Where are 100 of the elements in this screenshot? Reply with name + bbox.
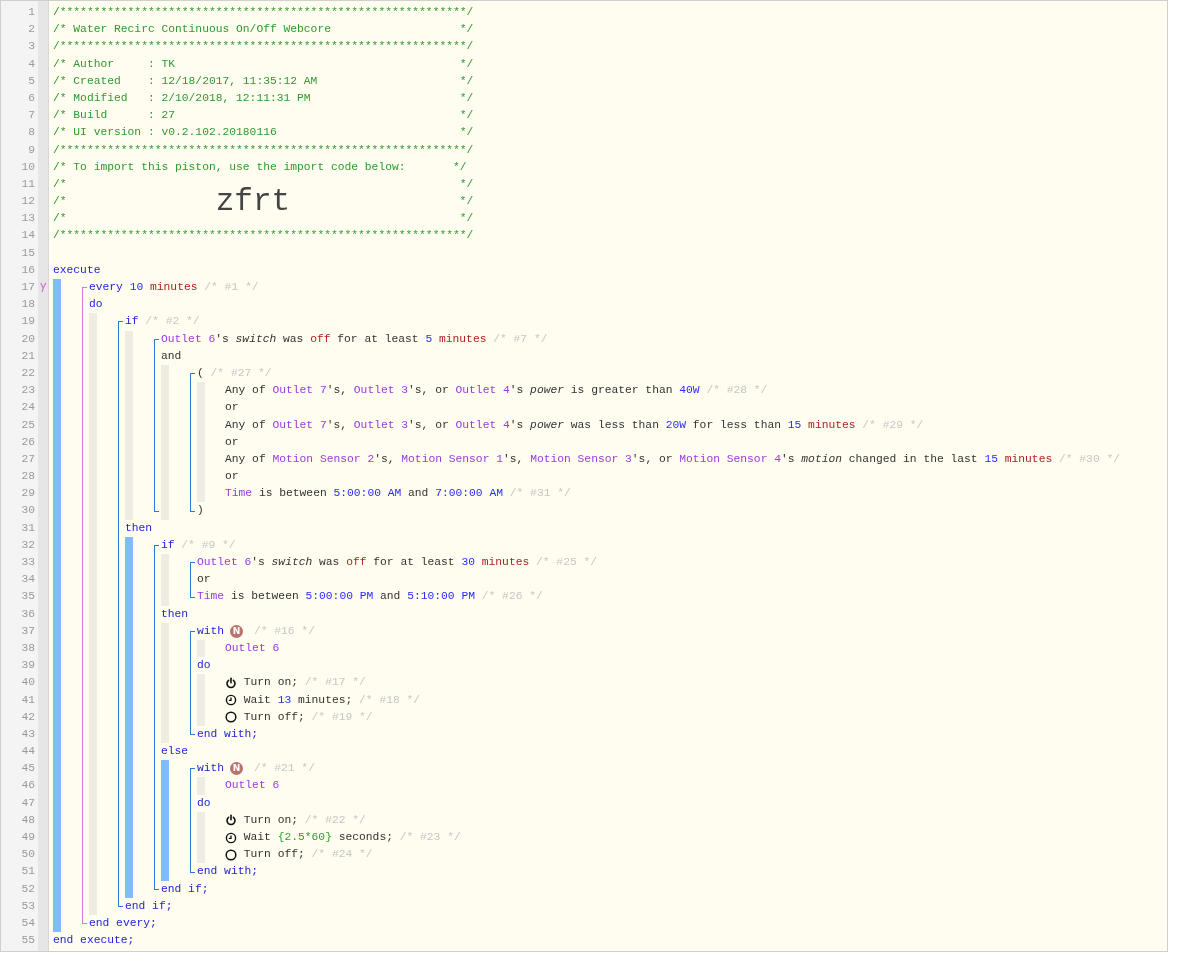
- code-line: Time is between 5:00:00 PM and 5:10:00 PM /* #26 */: [197, 589, 543, 605]
- code-line: /* Author : TK */: [53, 56, 474, 72]
- line-number: 51: [20, 864, 36, 880]
- line-number: 43: [20, 726, 36, 742]
- code-line: ): [197, 503, 204, 519]
- code-line: or: [225, 400, 239, 416]
- line-number: 52: [20, 881, 36, 897]
- line-number: 49: [20, 830, 36, 845]
- line-number: 19: [20, 314, 36, 330]
- code-line: Turn on; /* #22 */: [242, 812, 366, 828]
- code-line: with: [197, 761, 225, 777]
- code-line: with: [197, 623, 225, 639]
- line-number: 39: [20, 658, 36, 674]
- line-number: 47: [20, 795, 36, 811]
- line-number: 11: [20, 176, 36, 192]
- n-badge: N: [230, 624, 244, 638]
- code-line: or: [225, 434, 239, 450]
- code-line: /*: [53, 194, 68, 210]
- line-number: 1: [27, 5, 36, 20]
- line-number: 13: [20, 211, 36, 227]
- code-line: /* Created : 12/18/2017, 11:35:12 AM */: [53, 73, 474, 89]
- code-line: Turn off; /* #19 */: [242, 709, 373, 725]
- line-number: 44: [20, 744, 36, 760]
- clock-icon: [225, 831, 237, 844]
- line-number: 17: [20, 280, 36, 295]
- line-number: 22: [20, 365, 36, 381]
- line-number: 33: [20, 555, 36, 570]
- line-number: 31: [20, 520, 36, 536]
- line-number: 37: [20, 623, 36, 639]
- code-line: Outlet 6's switch was off for at least 5 minutes /* #7 */: [161, 331, 548, 347]
- line-number: 27: [20, 451, 36, 467]
- code-line: end if;: [125, 898, 173, 914]
- line-number: 21: [20, 348, 36, 364]
- code-line: /************************************************************/: [53, 228, 474, 244]
- code-line: /* #21 */: [252, 761, 315, 777]
- line-number: 24: [20, 400, 36, 416]
- line-number: 3: [27, 39, 36, 55]
- code-line: then: [125, 520, 153, 536]
- code-line: ( /* #27 */: [197, 365, 272, 381]
- circle-icon: [225, 848, 237, 861]
- code-line: execute: [53, 262, 101, 278]
- line-number: 48: [20, 812, 36, 828]
- line-number: 50: [20, 847, 36, 863]
- line-number: 29: [20, 486, 36, 502]
- code-line: Turn off; /* #24 */: [242, 847, 373, 863]
- code-line: Outlet 6: [225, 640, 280, 656]
- line-number: 28: [20, 469, 36, 485]
- line-number: 2: [27, 22, 36, 38]
- code-line: end execute;: [53, 933, 135, 949]
- code-line: /* To import this piston, use the import code below: */: [53, 159, 467, 175]
- line-number: 35: [20, 589, 36, 605]
- code-line: /* Modified : 2/10/2018, 12:11:31 PM */: [53, 90, 474, 106]
- code-line: end with;: [197, 726, 258, 742]
- code-line: /* Water Recirc Continuous On/Off Webcore */: [53, 22, 474, 38]
- code-line: Wait {2.5*60} seconds; /* #23 */: [242, 830, 461, 845]
- bracket-line: [190, 562, 195, 598]
- line-number: 42: [20, 709, 36, 725]
- line-number: 26: [20, 434, 36, 450]
- line-number: 53: [20, 898, 36, 914]
- code-line: end with;: [197, 864, 258, 880]
- power-icon: [225, 676, 237, 689]
- code-line: Any of Motion Sensor 2's, Motion Sensor 1's, Motion Sensor 3's, or Motion Sensor 4's motion changed in the last 15 minutes /* #30 */: [225, 451, 1120, 467]
- line-number: 16: [20, 262, 36, 278]
- circle-icon: [225, 711, 237, 724]
- line-number: 45: [20, 761, 36, 777]
- line-number: 36: [20, 606, 36, 622]
- code-line: Time is between 5:00:00 AM and 7:00:00 AM /* #31 */: [225, 486, 571, 502]
- code-line: do: [197, 658, 211, 674]
- n-badge: N: [230, 762, 244, 776]
- line-number: 14: [20, 228, 36, 244]
- code-line: else: [161, 744, 189, 760]
- line-number: 38: [20, 640, 36, 656]
- code-line: do: [197, 795, 211, 811]
- line-number: 34: [20, 572, 36, 588]
- code-line: or: [197, 572, 211, 588]
- code-line: /************************************************************/: [53, 142, 474, 158]
- line-number: 15: [20, 245, 36, 261]
- power-icon: [225, 814, 237, 827]
- line-number: 32: [20, 537, 36, 553]
- code-line: Outlet 6: [225, 778, 280, 794]
- code-line: do: [89, 297, 103, 313]
- line-number: 41: [20, 692, 36, 708]
- code-line: end if;: [161, 881, 209, 897]
- code-line: end every;: [89, 915, 157, 931]
- line-number: 46: [20, 778, 36, 794]
- line-number: 18: [20, 297, 36, 313]
- code-line: then: [161, 606, 189, 622]
- code-line: or: [225, 469, 239, 485]
- line-number: 8: [27, 125, 36, 141]
- code-line: */: [458, 194, 474, 210]
- line-number: 40: [20, 675, 36, 691]
- code-line: /* Build : 27 */: [53, 108, 474, 124]
- code-line: /************************************************************/: [53, 39, 474, 55]
- code-line: Outlet 6's switch was off for at least 30 minutes /* #25 */: [197, 555, 598, 570]
- line-number: 12: [20, 194, 36, 210]
- code-line: /************************************************************/: [53, 5, 474, 20]
- line-number: 5: [27, 73, 36, 89]
- line-number: 4: [27, 56, 36, 72]
- line-number: 7: [27, 108, 36, 124]
- line-number: 54: [20, 915, 36, 931]
